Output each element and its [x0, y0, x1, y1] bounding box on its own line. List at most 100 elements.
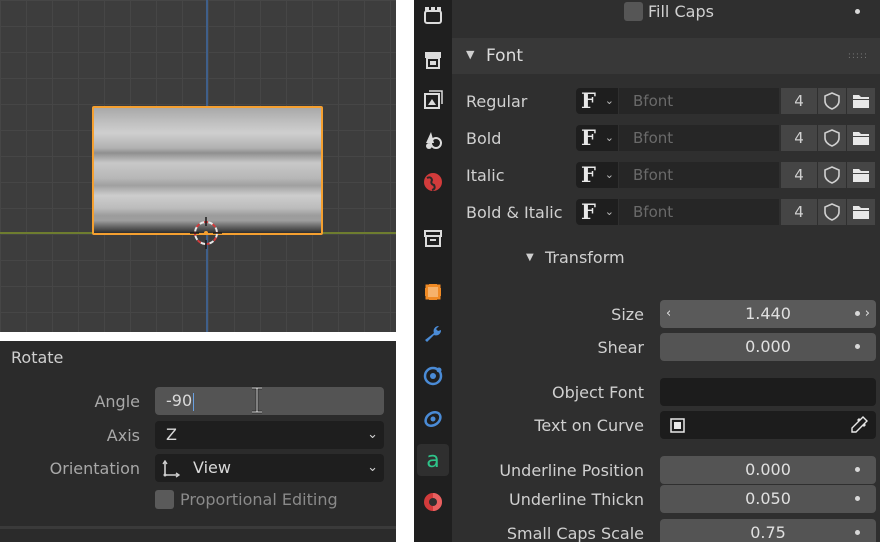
tab-object[interactable] [417, 276, 449, 308]
proportional-editing-checkbox[interactable] [155, 490, 174, 509]
selected-text-mesh[interactable] [92, 106, 323, 235]
tab-view-layer[interactable] [417, 84, 449, 116]
chevron-down-icon: ⌄ [604, 94, 614, 107]
increment-arrow-icon[interactable]: › [865, 300, 870, 328]
chevron-down-icon: ⌄ [604, 205, 614, 218]
font-italic-name[interactable]: Bfont [619, 162, 779, 188]
tab-world[interactable] [417, 166, 449, 198]
fill-caps-checkbox[interactable] [624, 2, 643, 21]
small-caps-scale-field[interactable]: 0.75 [660, 519, 876, 542]
axis-dropdown[interactable]: Z ⌄ [155, 421, 384, 449]
fake-user-button[interactable] [818, 162, 846, 188]
animate-property-dot[interactable] [855, 9, 860, 14]
font-italic-label: Italic [466, 166, 505, 185]
chevron-down-icon: ⌄ [604, 168, 614, 181]
text-cursor-icon [252, 386, 262, 414]
object-data-icon [670, 418, 685, 433]
decrement-arrow-icon[interactable]: ‹ [666, 300, 671, 328]
modifier-icon [425, 325, 442, 342]
folder-icon [853, 169, 869, 182]
collection-icon [424, 230, 442, 247]
tab-modifier[interactable] [417, 318, 449, 350]
open-font-button[interactable] [847, 125, 875, 151]
open-font-button[interactable] [847, 199, 875, 225]
output-icon [425, 52, 441, 69]
redo-operator-panel: Rotate Angle -90 Axis Z ⌄ Orientation Vi… [0, 341, 396, 542]
operator-title: Rotate [11, 348, 64, 367]
fake-user-button[interactable] [818, 125, 846, 151]
shear-value: 0.000 [745, 337, 791, 356]
axis-label: Axis [106, 426, 140, 445]
underline-thickness-value: 0.050 [745, 489, 791, 508]
proportional-editing-label: Proportional Editing [180, 490, 338, 509]
text-on-curve-label: Text on Curve [534, 416, 644, 435]
physics-icon [423, 366, 443, 386]
size-value: 1.440 [745, 304, 791, 323]
font-regular-users[interactable]: 4 [781, 88, 817, 114]
animate-property-dot[interactable] [855, 467, 860, 472]
small-caps-scale-value: 0.75 [750, 523, 786, 542]
animate-property-dot[interactable] [855, 311, 860, 316]
underline-position-field[interactable]: 0.000 [660, 456, 876, 484]
transform-subpanel-title[interactable]: Transform [545, 248, 625, 267]
font-bold-italic-label: Bold & Italic [466, 203, 563, 222]
drag-grip-icon[interactable]: ::::: [848, 51, 868, 61]
animate-property-dot[interactable] [855, 530, 860, 535]
view-layer-icon [424, 90, 443, 109]
font-panel-header[interactable]: ▼ Font ::::: [452, 38, 880, 74]
font-regular-name[interactable]: Bfont [619, 88, 779, 114]
folder-icon [853, 132, 869, 145]
angle-field[interactable]: -90 [155, 387, 384, 415]
font-bold-users[interactable]: 4 [781, 125, 817, 151]
underline-thickness-field[interactable]: 0.050 [660, 485, 876, 513]
animate-property-dot[interactable] [855, 344, 860, 349]
font-bold-name[interactable]: Bfont [619, 125, 779, 151]
tab-physics[interactable] [417, 360, 449, 392]
open-font-button[interactable] [847, 162, 875, 188]
animate-property-dot[interactable] [855, 496, 860, 501]
transform-expand-icon[interactable]: ▼ [526, 252, 534, 263]
svg-text:a: a [426, 449, 439, 471]
text-on-curve-field[interactable] [660, 411, 876, 439]
panel-divider [0, 526, 396, 529]
font-bold-italic-browse[interactable]: F ⌄ [576, 199, 618, 225]
text-data-icon: a [426, 449, 439, 471]
font-icon: F [581, 162, 596, 187]
fake-user-button[interactable] [818, 199, 846, 225]
open-font-button[interactable] [847, 88, 875, 114]
size-field[interactable]: ‹ 1.440 › [660, 300, 876, 328]
object-font-field[interactable] [660, 378, 876, 406]
font-icon: F [581, 88, 596, 113]
font-italic-browse[interactable]: F ⌄ [576, 162, 618, 188]
small-caps-scale-label: Small Caps Scale [506, 524, 644, 542]
3d-cursor-icon[interactable] [190, 217, 222, 249]
eyedropper-icon[interactable] [850, 416, 868, 434]
object-icon [424, 283, 442, 301]
tab-material[interactable] [417, 486, 449, 518]
font-bold-browse[interactable]: F ⌄ [576, 125, 618, 151]
properties-content: Fill Caps ▼ Font ::::: Regular F ⌄ Bfont … [452, 0, 880, 542]
tab-collection[interactable] [417, 222, 449, 254]
tab-output[interactable] [417, 44, 449, 76]
font-bold-italic-users[interactable]: 4 [781, 199, 817, 225]
fill-caps-label: Fill Caps [648, 2, 714, 21]
font-bold-italic-name[interactable]: Bfont [619, 199, 779, 225]
shear-field[interactable]: 0.000 [660, 333, 876, 361]
3d-viewport[interactable] [0, 0, 396, 332]
tab-render[interactable] [417, 0, 449, 32]
orientation-label: Orientation [49, 459, 140, 478]
properties-editor: a Fill Caps ▼ Font ::::: Regular F ⌄ Bfon… [414, 0, 880, 542]
tab-constraint[interactable] [417, 402, 449, 434]
underline-position-label: Underline Position [499, 461, 644, 480]
font-italic-users[interactable]: 4 [781, 162, 817, 188]
angle-label: Angle [94, 392, 140, 411]
font-panel-title: Font [486, 46, 524, 66]
font-regular-browse[interactable]: F ⌄ [576, 88, 618, 114]
fake-user-button[interactable] [818, 88, 846, 114]
tab-text-data[interactable]: a [417, 444, 449, 476]
font-bold-label: Bold [466, 129, 502, 148]
underline-position-value: 0.000 [745, 460, 791, 479]
orientation-dropdown[interactable]: View ⌄ [155, 454, 384, 482]
world-icon [424, 173, 442, 191]
tab-scene[interactable] [417, 124, 449, 156]
